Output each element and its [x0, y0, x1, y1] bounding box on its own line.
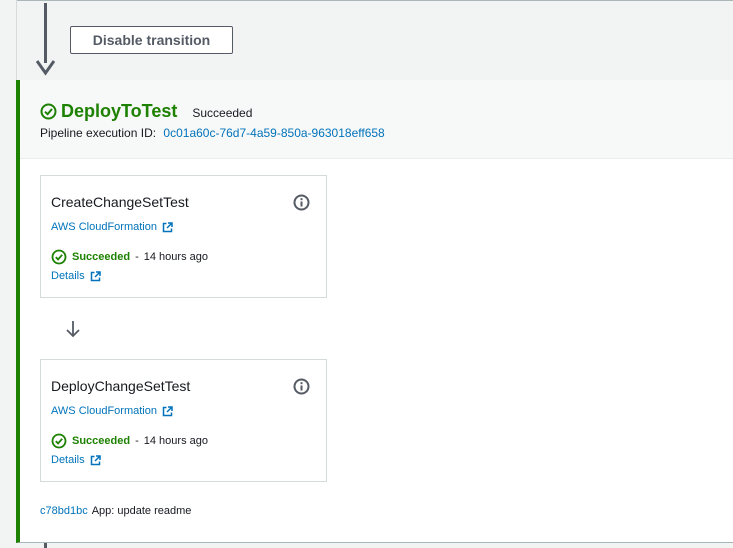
stage-title-row: DeployToTest Succeeded [40, 101, 252, 122]
action-card: CreateChangeSetTest AWS CloudFormation S… [40, 175, 327, 298]
external-link-icon [90, 454, 101, 465]
info-icon[interactable] [293, 378, 310, 395]
status-separator: - [135, 251, 139, 263]
status-separator: - [135, 435, 139, 447]
pipeline-view: Disable transition DeployToTest Succeede… [0, 0, 733, 548]
provider-link[interactable]: AWS CloudFormation [51, 405, 173, 417]
stage-panel: DeployToTest Succeeded Pipeline executio… [16, 80, 733, 543]
external-link-icon [162, 221, 173, 232]
external-link-icon [162, 405, 173, 416]
success-check-icon [51, 433, 67, 449]
commit-id-link[interactable]: c78bd1bc [40, 505, 88, 517]
provider-link[interactable]: AWS CloudFormation [51, 221, 173, 233]
disable-transition-button[interactable]: Disable transition [70, 26, 233, 54]
commit-message: App: update readme [91, 505, 192, 517]
provider-label: AWS CloudFormation [51, 221, 157, 233]
down-arrow-icon [66, 321, 80, 338]
details-label: Details [51, 454, 85, 466]
transition-arrow-line [44, 543, 47, 548]
action-time: 14 hours ago [143, 251, 208, 263]
down-arrow-icon [36, 60, 55, 76]
stage-header: DeployToTest Succeeded Pipeline executio… [20, 80, 733, 159]
details-link[interactable]: Details [51, 454, 101, 466]
action-name: CreateChangeSetTest [51, 194, 189, 210]
transition-arrow-line [44, 3, 47, 63]
divider [16, 0, 17, 80]
provider-label: AWS CloudFormation [51, 405, 157, 417]
action-time: 14 hours ago [143, 435, 208, 447]
action-status-row: Succeeded - 14 hours ago [51, 249, 208, 265]
external-link-icon [90, 270, 101, 281]
info-icon[interactable] [293, 194, 310, 211]
details-label: Details [51, 270, 85, 282]
action-status: Succeeded [72, 251, 131, 263]
execution-id-row: Pipeline execution ID: 0c01a60c-76d7-4a5… [40, 126, 385, 140]
execution-id-link[interactable]: 0c01a60c-76d7-4a59-850a-963018eff658 [163, 126, 384, 140]
stage-title: DeployToTest [61, 101, 178, 121]
action-name: DeployChangeSetTest [51, 378, 191, 394]
action-card: DeployChangeSetTest AWS CloudFormation S… [40, 359, 327, 482]
details-link[interactable]: Details [51, 270, 101, 282]
execution-id-label: Pipeline execution ID: [40, 126, 157, 140]
stage-status: Succeeded [192, 106, 253, 120]
commit-row: c78bd1bc App: update readme [40, 505, 191, 517]
success-check-icon [51, 249, 67, 265]
success-check-icon [40, 103, 57, 120]
action-status: Succeeded [72, 435, 131, 447]
action-status-row: Succeeded - 14 hours ago [51, 433, 208, 449]
divider [16, 0, 733, 1]
